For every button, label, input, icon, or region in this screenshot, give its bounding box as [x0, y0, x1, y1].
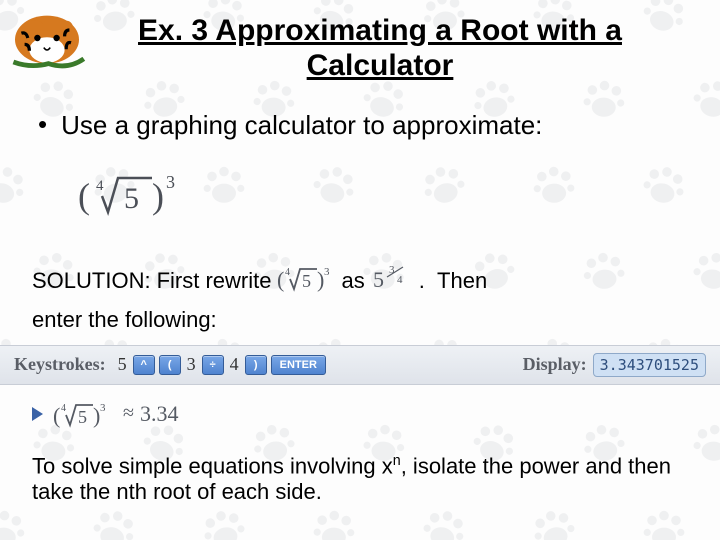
bullet-text: Use a graphing calculator to approximate…	[61, 109, 542, 142]
svg-text:): )	[152, 176, 164, 216]
expression-five-three-fourths: 5 3 4	[371, 263, 413, 299]
svg-text:(: (	[78, 176, 90, 216]
svg-text:4: 4	[61, 403, 66, 414]
footer-sup: n	[393, 453, 401, 469]
key-enter: ENTER	[271, 355, 326, 375]
key-rparen: )	[245, 355, 267, 375]
tiger-image	[6, 6, 88, 70]
svg-text:3: 3	[166, 172, 175, 192]
svg-text:3: 3	[324, 266, 330, 278]
keystroke-4: 4	[230, 354, 239, 375]
footer-text: To solve simple equations involving xn, …	[30, 453, 690, 506]
svg-text:4: 4	[285, 267, 290, 278]
footer-part1: To solve simple equations involving x	[32, 453, 393, 478]
key-lparen: (	[159, 355, 181, 375]
solution-line-2: enter the following:	[30, 307, 690, 333]
slide-content: Ex. 3 Approximating a Root with a Calcul…	[0, 0, 720, 540]
solution-post: . Then	[419, 268, 487, 294]
solution-pre: First rewrite	[157, 268, 272, 294]
result-value: 3.34	[140, 401, 179, 427]
key-divide: ÷	[202, 355, 224, 375]
svg-text:5: 5	[124, 182, 139, 215]
svg-text:4: 4	[397, 274, 403, 286]
slide-title: Ex. 3 Approximating a Root with a Calcul…	[30, 14, 690, 83]
svg-text:(: (	[53, 403, 60, 428]
display-value: 3.343701525	[593, 353, 706, 377]
svg-text:(: (	[277, 267, 284, 292]
expression-small-radical: ( 4 5 ) 3	[277, 263, 335, 299]
svg-text:5: 5	[302, 271, 311, 291]
keystroke-5: 5	[118, 354, 127, 375]
solution-label: SOLUTION:	[32, 268, 151, 294]
solution-line-1: SOLUTION: First rewrite ( 4 5 ) 3 as 5 3	[30, 263, 690, 299]
bullet-item: • Use a graphing calculator to approxima…	[30, 109, 690, 142]
svg-text:3: 3	[100, 402, 106, 414]
svg-text:5: 5	[373, 267, 384, 292]
svg-text:4: 4	[96, 178, 104, 194]
result-expression: ( 4 5 ) 3 ≈ 3.34	[53, 399, 178, 429]
keystrokes-label: Keystrokes:	[14, 354, 106, 375]
svg-text:5: 5	[78, 407, 87, 427]
expression-cubed-fourth-root-5: ( 4 5 ) 3	[78, 166, 690, 229]
key-caret: ^	[133, 355, 155, 375]
keystroke-strip: Keystrokes: 5 ^ ( 3 ÷ 4 ) ENTER Display:…	[0, 345, 720, 385]
bullet-marker: •	[38, 109, 47, 140]
display-label: Display:	[523, 354, 587, 375]
result-row: ( 4 5 ) 3 ≈ 3.34	[24, 399, 690, 429]
solution-mid: as	[341, 268, 364, 294]
keystroke-3: 3	[187, 354, 196, 375]
triangle-bullet-icon	[32, 407, 43, 421]
